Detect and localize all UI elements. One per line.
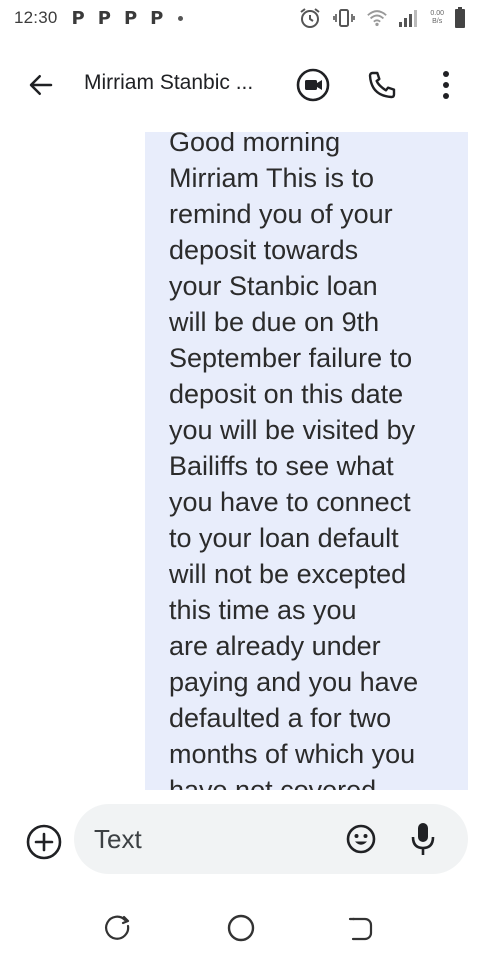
message-thread[interactable]: Good morning Mirriam This is to remind y…: [0, 128, 480, 790]
alarm-icon: [298, 6, 322, 30]
phone-icon[interactable]: [366, 69, 398, 101]
system-nav-bar: [0, 896, 480, 960]
net-speed-value: 0.00: [430, 10, 444, 17]
more-notifications-dot-icon: [178, 15, 184, 21]
home-icon[interactable]: [225, 912, 257, 944]
contact-name[interactable]: Mirriam Stanbic ...: [84, 71, 284, 95]
app-bar: Mirriam Stanbic ...: [0, 50, 480, 118]
message-input[interactable]: [94, 822, 334, 856]
vibrate-icon: [332, 6, 356, 30]
status-icons: 0.00 B/s: [298, 6, 466, 30]
back-icon[interactable]: [346, 914, 376, 944]
status-time: 12:30: [14, 8, 58, 27]
video-call-icon[interactable]: [295, 67, 331, 103]
notification-p-icon: P: [71, 7, 85, 29]
more-vert-icon[interactable]: [434, 68, 458, 102]
mic-icon[interactable]: [408, 820, 438, 858]
add-circle-icon[interactable]: [24, 822, 64, 862]
notification-p-icon: P: [97, 7, 111, 29]
notification-p-icon: P: [150, 7, 164, 29]
battery-icon: [454, 7, 466, 29]
net-speed-unit: B/s: [432, 18, 443, 25]
incoming-message-bubble[interactable]: Good morning Mirriam This is to remind y…: [145, 132, 468, 790]
wifi-icon: [366, 8, 388, 28]
recents-icon[interactable]: [104, 914, 134, 944]
status-bar: 12:30 P P P P 0.00 B/s: [0, 0, 480, 36]
notification-p-icon: P: [123, 7, 138, 29]
compose-bar: [74, 804, 468, 874]
messages-screen: 12:30 P P P P 0.00 B/s Mirriam Stanbic .…: [0, 0, 480, 960]
back-arrow-icon[interactable]: [26, 70, 56, 100]
net-speed: 0.00 B/s: [430, 10, 444, 26]
emoji-icon[interactable]: [344, 822, 378, 856]
message-text: Good morning Mirriam This is to remind y…: [169, 132, 419, 790]
signal-icon: [398, 8, 420, 28]
